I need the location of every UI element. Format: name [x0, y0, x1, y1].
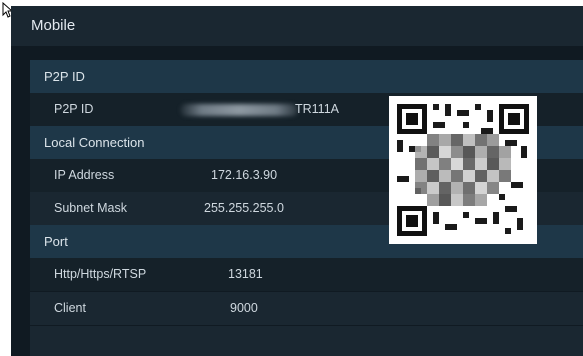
client-port-value: 9000	[230, 301, 258, 315]
http-port-value: 13181	[228, 267, 263, 281]
qr-code-graphic	[397, 104, 529, 236]
p2p-id-label: P2P ID	[54, 102, 94, 116]
section-label: Local Connection	[44, 135, 145, 150]
subnet-mask-value: 255.255.255.0	[204, 201, 284, 215]
client-port-label: Client	[54, 301, 86, 315]
page-title: Mobile	[31, 17, 76, 34]
mobile-settings-panel: Mobile P2P ID P2P ID TR111A Local Connec…	[11, 6, 583, 356]
panel-footer	[30, 326, 583, 356]
section-label: Port	[44, 234, 68, 249]
ip-address-value: 172.16.3.90	[211, 168, 278, 182]
section-header-p2p: P2P ID	[30, 60, 583, 93]
p2p-id-redacted	[180, 104, 298, 116]
qr-code-icon	[389, 96, 537, 244]
row-client-port: Client 9000	[30, 292, 583, 325]
ip-address-label: IP Address	[54, 168, 115, 182]
http-port-label: Http/Https/RTSP	[54, 267, 147, 281]
section-label: P2P ID	[44, 69, 85, 84]
row-http-port: Http/Https/RTSP 13181	[30, 258, 583, 291]
title-bar: Mobile	[11, 6, 583, 46]
subnet-mask-label: Subnet Mask	[54, 201, 127, 215]
p2p-id-value: TR111A	[295, 102, 340, 116]
